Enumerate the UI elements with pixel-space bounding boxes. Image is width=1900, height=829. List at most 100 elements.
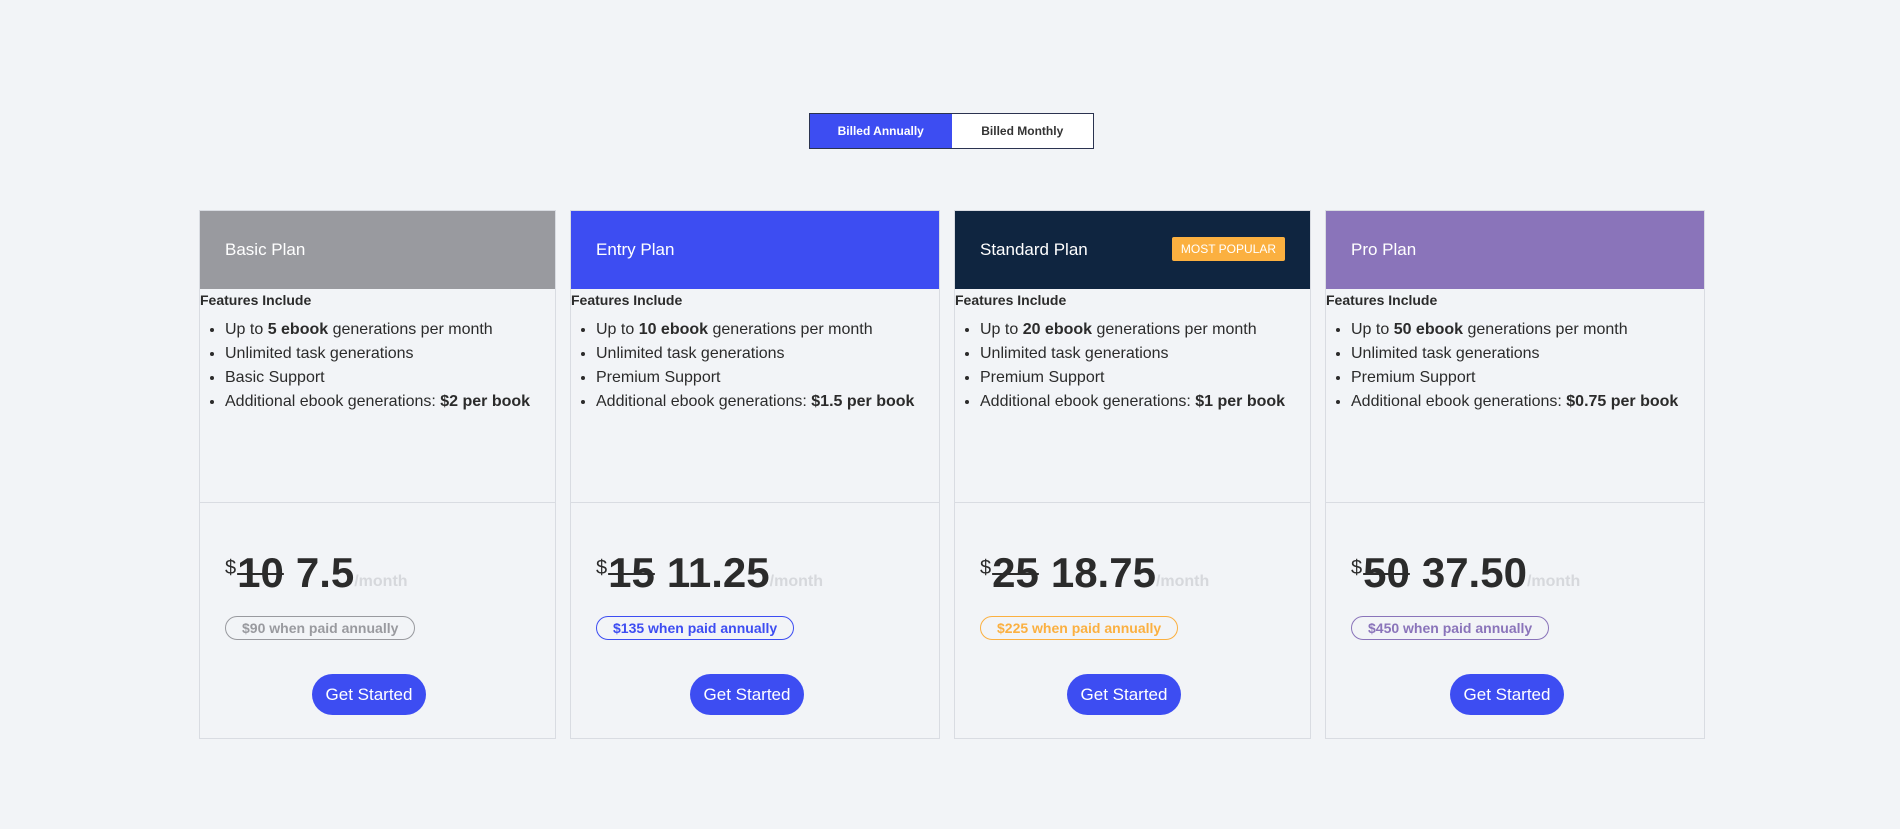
- price-row: $ 10 7.5 /month: [225, 549, 408, 597]
- feature-text: Up to: [980, 321, 1023, 338]
- plan-name: Basic Plan: [225, 240, 306, 259]
- most-popular-badge: MOST POPULAR: [1171, 237, 1285, 261]
- divider: [1326, 502, 1704, 503]
- feature-text: generations per month: [328, 321, 493, 338]
- feature-list: Up to 50 ebook generations per month Unli…: [1326, 318, 1704, 414]
- feature-item: Additional ebook generations: $2 per boo…: [225, 390, 555, 414]
- feature-item: Unlimited task generations: [1351, 342, 1704, 366]
- features-title: Features Include: [200, 292, 312, 308]
- per-month-label: /month: [769, 573, 823, 590]
- feature-list: Up to 5 ebook generations per month Unlim…: [200, 318, 555, 414]
- feature-highlight: 10 ebook: [638, 321, 709, 338]
- feature-text: Unlimited task generations: [980, 345, 1169, 362]
- feature-text: Basic Support: [225, 369, 325, 386]
- new-price: 7.5: [295, 549, 355, 596]
- plan-card-basic: Basic Plan Features Include Up to 5 eboo…: [199, 210, 556, 739]
- feature-item: Up to 5 ebook generations per month: [225, 318, 555, 342]
- new-price: 37.50: [1421, 549, 1527, 596]
- new-price: 18.75: [1050, 549, 1156, 596]
- feature-item: Additional ebook generations: $0.75 per …: [1351, 390, 1704, 414]
- old-price: 50: [1363, 549, 1410, 596]
- price-row: $ 15 11.25 /month: [596, 549, 823, 597]
- plan-header: Entry Plan: [571, 211, 939, 289]
- currency-symbol: $: [596, 557, 608, 579]
- old-price: 15: [608, 549, 655, 596]
- currency-symbol: $: [225, 557, 237, 579]
- plan-name: Entry Plan: [596, 240, 675, 259]
- feature-item: Up to 10 ebook generations per month: [596, 318, 939, 342]
- price-row: $ 25 18.75 /month: [980, 549, 1209, 597]
- feature-text: Up to: [225, 321, 268, 338]
- feature-highlight: 5 ebook: [267, 321, 329, 338]
- features-title: Features Include: [955, 292, 1067, 308]
- features-title: Features Include: [1326, 292, 1438, 308]
- feature-item: Additional ebook generations: $1.5 per b…: [596, 390, 939, 414]
- plan-name: Standard Plan: [980, 240, 1088, 259]
- billed-annually-button[interactable]: Billed Annually: [810, 114, 952, 148]
- feature-item: Unlimited task generations: [596, 342, 939, 366]
- feature-highlight: 50 ebook: [1393, 321, 1464, 338]
- feature-item: Premium Support: [1351, 366, 1704, 390]
- divider: [200, 502, 555, 503]
- feature-text: generations per month: [708, 321, 873, 338]
- plan-header: Basic Plan: [200, 211, 555, 289]
- plan-header: Pro Plan: [1326, 211, 1704, 289]
- get-started-button[interactable]: Get Started: [1450, 674, 1564, 715]
- feature-text: generations per month: [1463, 321, 1628, 338]
- feature-text: Unlimited task generations: [596, 345, 785, 362]
- feature-text: Additional ebook generations:: [596, 393, 812, 410]
- plan-name: Pro Plan: [1351, 240, 1417, 259]
- plan-card-standard: Standard Plan MOST POPULAR Features Incl…: [954, 210, 1311, 739]
- currency-symbol: $: [1351, 557, 1363, 579]
- feature-text: generations per month: [1092, 321, 1257, 338]
- feature-item: Basic Support: [225, 366, 555, 390]
- feature-text: Additional ebook generations:: [980, 393, 1196, 410]
- new-price: 11.25: [666, 549, 770, 596]
- feature-text: Up to: [596, 321, 639, 338]
- feature-text: Unlimited task generations: [1351, 345, 1540, 362]
- plan-card-entry: Entry Plan Features Include Up to 10 ebo…: [570, 210, 940, 739]
- feature-item: Up to 20 ebook generations per month: [980, 318, 1310, 342]
- billed-monthly-button[interactable]: Billed Monthly: [952, 114, 1094, 148]
- feature-text: Additional ebook generations:: [225, 393, 441, 410]
- plan-header: Standard Plan MOST POPULAR: [955, 211, 1310, 289]
- feature-list: Up to 10 ebook generations per month Unli…: [571, 318, 939, 414]
- feature-item: Premium Support: [596, 366, 939, 390]
- per-month-label: /month: [354, 573, 408, 590]
- divider: [571, 502, 939, 503]
- feature-highlight: $2 per book: [440, 393, 531, 410]
- annual-price-badge: $225 when paid annually: [980, 616, 1179, 640]
- get-started-button[interactable]: Get Started: [312, 674, 426, 715]
- feature-text: Premium Support: [596, 369, 721, 386]
- old-price: 25: [992, 549, 1039, 596]
- feature-item: Up to 50 ebook generations per month: [1351, 318, 1704, 342]
- annual-price-badge: $135 when paid annually: [596, 616, 795, 640]
- features-title: Features Include: [571, 292, 683, 308]
- per-month-label: /month: [1526, 573, 1581, 590]
- billing-toggle: Billed Annually Billed Monthly: [809, 113, 1094, 149]
- plan-card-pro: Pro Plan Features Include Up to 50 ebook…: [1325, 210, 1705, 739]
- feature-highlight: 20 ebook: [1022, 321, 1093, 338]
- feature-highlight: $1 per book: [1195, 393, 1286, 410]
- feature-item: Premium Support: [980, 366, 1310, 390]
- annual-price-badge: $450 when paid annually: [1351, 616, 1550, 640]
- feature-text: Up to: [1351, 321, 1394, 338]
- per-month-label: /month: [1155, 573, 1210, 590]
- price-row: $ 50 37.50 /month: [1351, 549, 1580, 597]
- feature-text: Premium Support: [1351, 369, 1476, 386]
- feature-item: Unlimited task generations: [225, 342, 555, 366]
- feature-highlight: $0.75 per book: [1566, 393, 1679, 410]
- feature-text: Premium Support: [980, 369, 1105, 386]
- feature-item: Unlimited task generations: [980, 342, 1310, 366]
- get-started-button[interactable]: Get Started: [1067, 674, 1181, 715]
- feature-text: Additional ebook generations:: [1351, 393, 1567, 410]
- feature-list: Up to 20 ebook generations per month Unli…: [955, 318, 1310, 414]
- get-started-button[interactable]: Get Started: [690, 674, 804, 715]
- old-price: 10: [237, 549, 284, 596]
- annual-price-badge: $90 when paid annually: [225, 616, 416, 640]
- feature-highlight: $1.5 per book: [811, 393, 915, 410]
- feature-item: Additional ebook generations: $1 per boo…: [980, 390, 1310, 414]
- feature-text: Unlimited task generations: [225, 345, 414, 362]
- currency-symbol: $: [980, 557, 992, 579]
- divider: [955, 502, 1310, 503]
